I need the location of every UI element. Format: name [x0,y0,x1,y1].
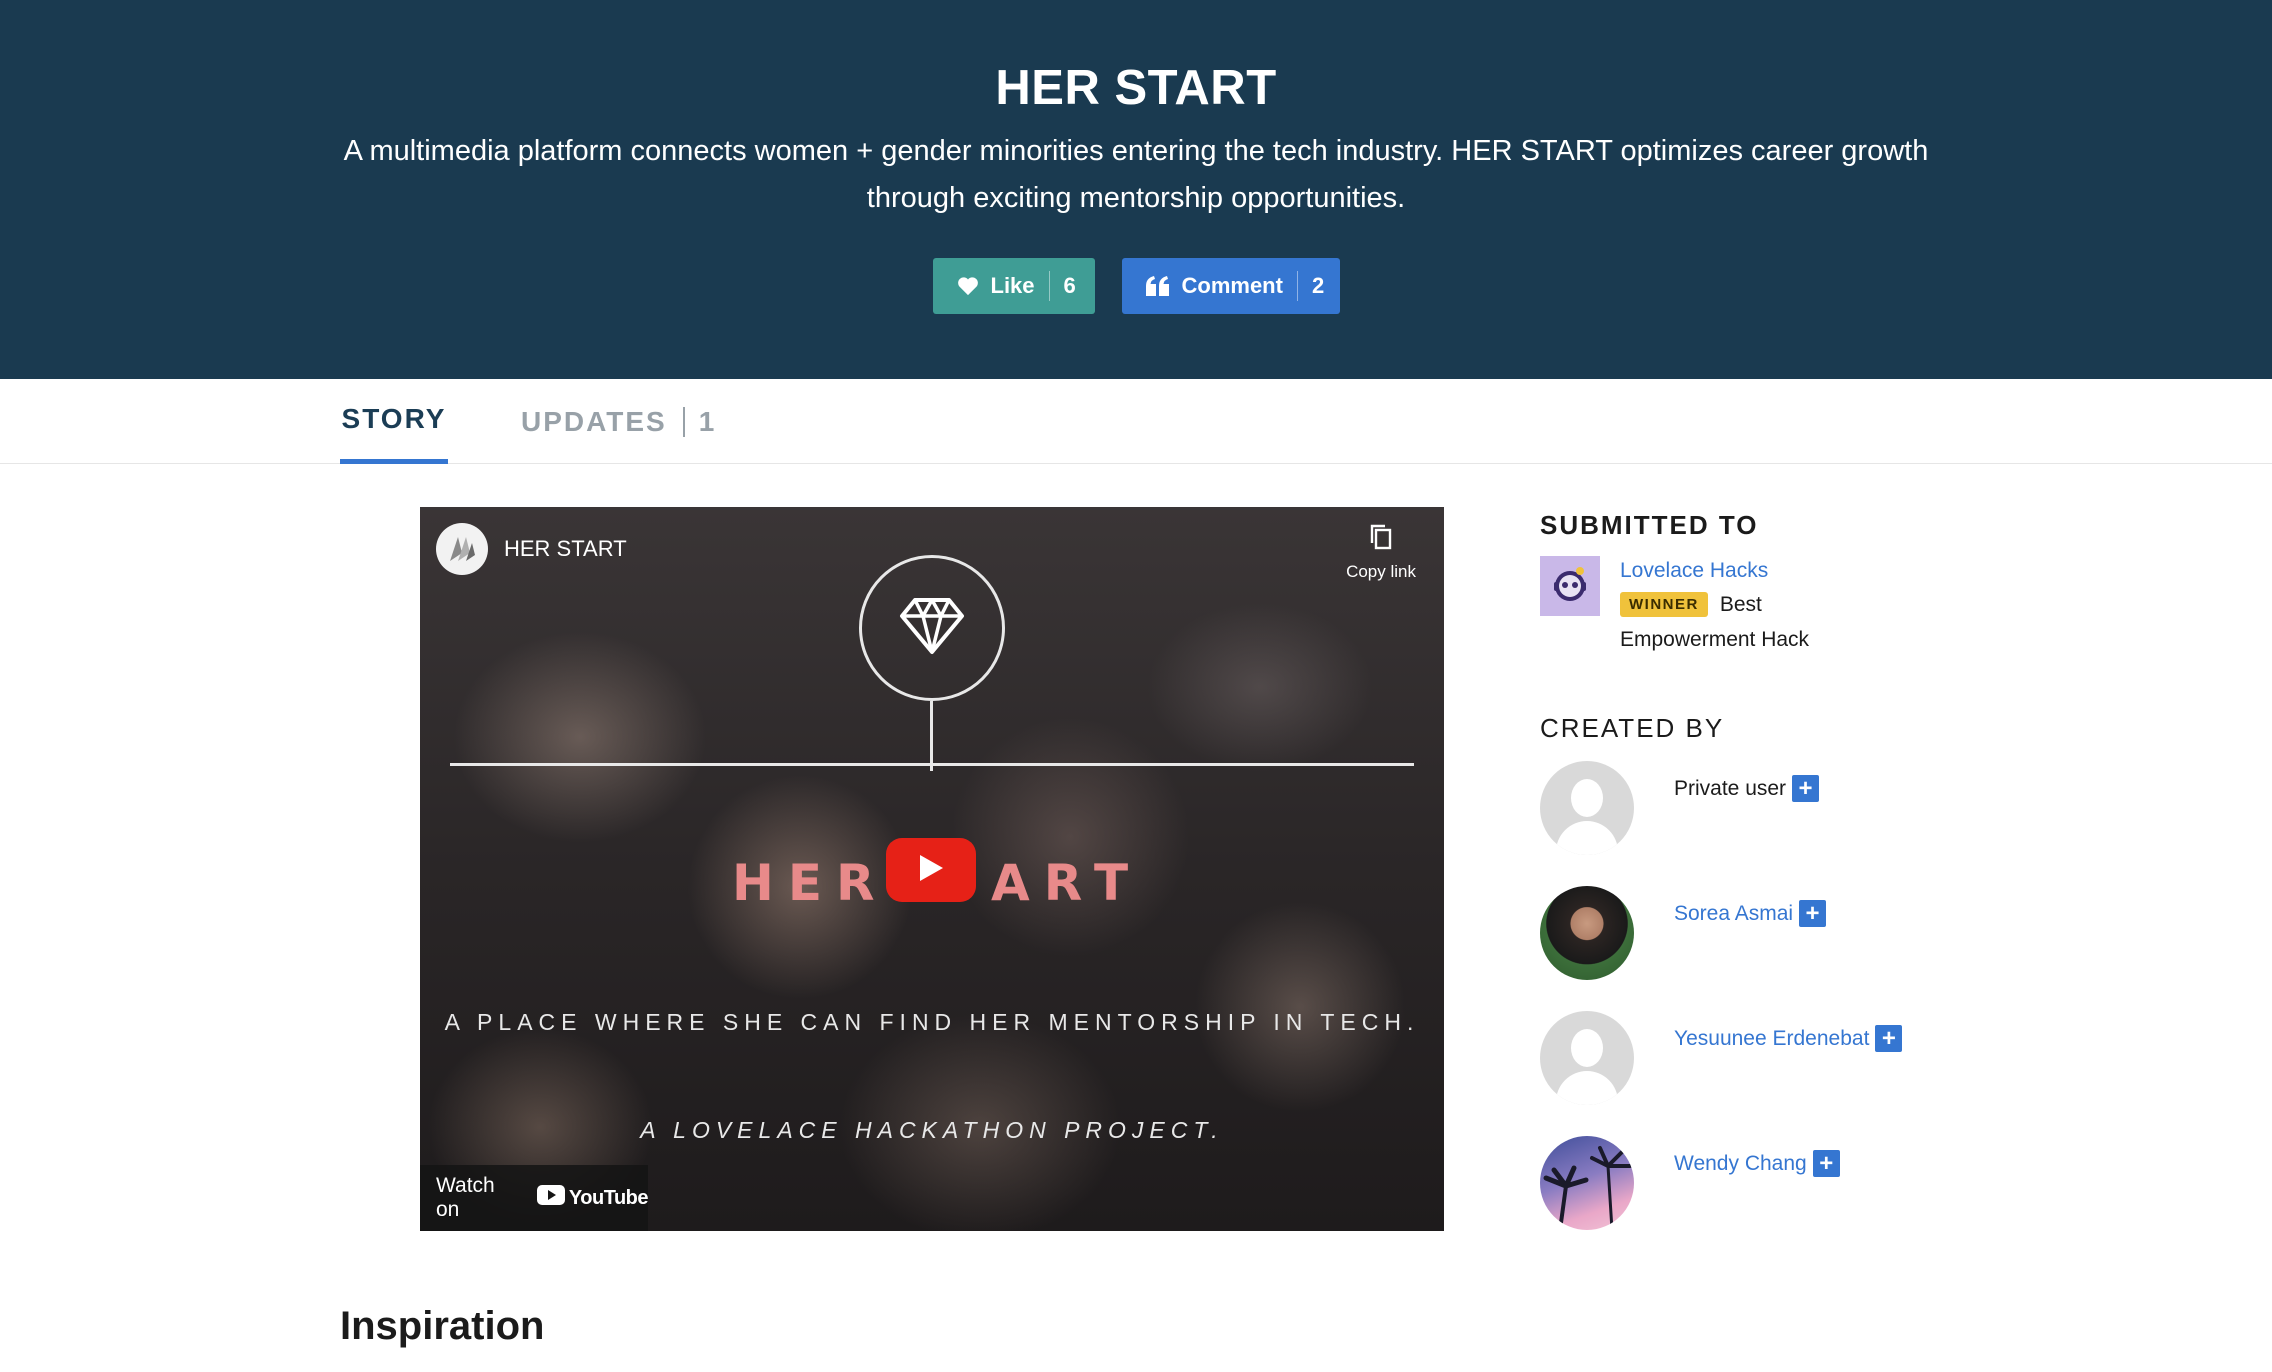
like-label: Like [990,273,1035,298]
youtube-logo: YouTube [536,1185,649,1211]
prize-row: WINNER Best [1620,592,1762,617]
diamond-logo [859,555,1005,701]
copy-link-button[interactable]: Copy link [1346,523,1416,582]
channel-logo-icon [436,523,488,575]
comment-label: Comment [1181,273,1283,298]
project-tabs: STORY UPDATES 1 [0,379,2272,464]
tab-divider [682,406,685,437]
tab-updates-label: UPDATES [521,405,667,437]
copy-icon [1368,523,1394,556]
team-member: Wendy Chang + [1540,1136,1960,1230]
member-name-text: Private user [1674,776,1787,800]
project-hero: HER START A multimedia platform connects… [0,0,2272,379]
inspiration-heading: Inspiration [340,1304,545,1348]
comment-count: 2 [1296,271,1348,301]
youtube-wordmark: YouTube [568,1186,649,1209]
watch-on-label: Watch on [436,1174,495,1221]
hackathon-thumbnail[interactable] [1540,556,1600,616]
default-avatar-body [1556,821,1618,855]
member-name-link[interactable]: Sorea Asmai + [1674,900,1827,927]
play-button[interactable] [886,838,976,902]
tab-updates[interactable]: UPDATES 1 [521,379,716,464]
default-avatar-head [1571,1029,1603,1067]
hackathon-link[interactable]: Lovelace Hacks [1620,559,1768,583]
follow-plus-button[interactable]: + [1799,900,1827,927]
video-embed[interactable]: HER START Copy link HER ART A PLACE WHER… [420,507,1444,1231]
tab-story-label: STORY [341,403,447,434]
avatar[interactable] [1540,761,1634,855]
like-count: 6 [1048,271,1100,301]
avatar[interactable] [1540,1011,1634,1105]
project-tagline: A multimedia platform connects women + g… [343,135,1929,214]
copy-link-label: Copy link [1346,562,1416,581]
member-name-link[interactable]: Wendy Chang + [1674,1150,1840,1177]
like-button[interactable]: Like 6 [932,258,1095,314]
video-channel-name: HER START [504,536,627,561]
robot-mascot-icon [1546,560,1594,613]
submitted-to-heading: SUBMITTED TO [1540,510,1759,540]
youtube-play-icon [536,1185,565,1211]
team-member: Yesuunee Erdenebat + [1540,1011,1960,1105]
member-name-text: Yesuunee Erdenebat [1674,1026,1870,1050]
tab-story[interactable]: STORY [340,379,448,464]
avatar[interactable] [1540,886,1634,980]
video-tagline: A PLACE WHERE SHE CAN FIND HER MENTORSHI… [444,1009,1420,1035]
quote-icon [1145,276,1170,296]
video-subtitle: A LOVELACE HACKATHON PROJECT. [640,1117,1224,1143]
team-member: Sorea Asmai + [1540,886,1960,980]
palm-tree-icon [1543,1146,1632,1230]
play-icon [917,853,945,888]
follow-plus-button[interactable]: + [1812,1150,1840,1177]
prize-name-line2: Empowerment Hack [1620,628,1810,651]
member-name: Private user + [1674,775,1820,802]
video-brand-right: ART [991,854,1143,912]
hero-actions: Like 6 Comment 2 [0,258,2272,314]
member-name-text: Wendy Chang [1674,1151,1807,1175]
default-avatar-body [1556,1071,1618,1105]
diamond-icon [899,597,965,660]
winner-badge: WINNER [1620,592,1708,617]
comment-button[interactable]: Comment 2 [1121,258,1340,314]
created-by-heading: CREATED BY [1540,713,1725,743]
heart-icon [957,276,979,296]
watch-on-youtube-button[interactable]: Watch on YouTube [420,1165,649,1231]
prize-name-line1: Best [1719,592,1762,616]
project-title: HER START [995,61,1277,115]
logo-divider-line [450,763,1414,766]
follow-plus-button[interactable]: + [1792,775,1820,802]
team-member: Private user + [1540,761,1960,855]
video-channel[interactable]: HER START [436,523,627,575]
default-avatar-head [1571,779,1603,817]
logo-connector-line [930,701,933,771]
follow-plus-button[interactable]: + [1875,1025,1903,1052]
member-name-text: Sorea Asmai [1674,901,1794,925]
member-name-link[interactable]: Yesuunee Erdenebat + [1674,1025,1903,1052]
avatar[interactable] [1540,1136,1634,1230]
video-brand-left: HER [732,854,889,912]
tab-updates-count: 1 [698,405,717,437]
